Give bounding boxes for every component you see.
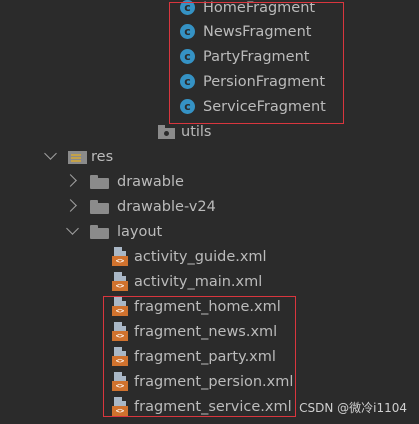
tree-item-xml-file[interactable]: <> activity_guide.xml: [112, 244, 267, 269]
tree-item-label: drawable-v24: [117, 198, 216, 215]
resource-folder-icon: [68, 149, 87, 164]
folder-icon: [90, 224, 109, 239]
tree-item-label: utils: [181, 123, 212, 140]
xml-file-icon: <>: [112, 247, 128, 266]
tree-item-xml-file[interactable]: <> activity_main.xml: [112, 269, 262, 294]
tree-item-label: drawable: [117, 173, 184, 190]
tree-item-label: res: [91, 148, 114, 165]
tree-item-label: layout: [117, 223, 163, 240]
folder-icon: [90, 199, 109, 214]
xml-file-icon: <>: [112, 272, 128, 291]
tree-item-utils[interactable]: utils: [158, 119, 212, 144]
highlight-box-fragments: [103, 296, 296, 417]
chevron-right-icon[interactable]: [64, 174, 77, 187]
package-icon: [158, 124, 175, 139]
chevron-down-icon[interactable]: [66, 222, 79, 235]
folder-icon: [90, 174, 109, 189]
chevron-down-icon[interactable]: [44, 147, 57, 160]
chevron-right-icon[interactable]: [64, 199, 77, 212]
highlight-box-classes: [169, 2, 344, 124]
tree-item-drawable[interactable]: drawable: [90, 169, 184, 194]
tree-item-label: activity_guide.xml: [134, 248, 267, 265]
tree-item-res[interactable]: res: [68, 144, 113, 169]
tree-item-label: activity_main.xml: [134, 273, 263, 290]
watermark: CSDN @微冷i1104: [299, 401, 407, 415]
tree-item-layout[interactable]: layout: [90, 219, 162, 244]
tree-item-drawable-v24[interactable]: drawable-v24: [90, 194, 216, 219]
